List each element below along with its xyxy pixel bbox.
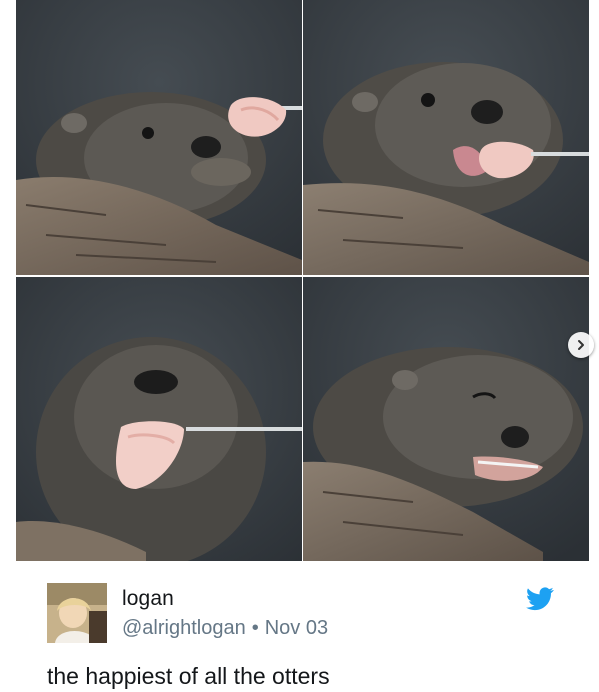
tweet-text: the happiest of all the otters bbox=[47, 663, 330, 689]
photo-grid bbox=[16, 0, 589, 561]
otter-photo-2 bbox=[303, 0, 589, 275]
tweet-date[interactable]: Nov 03 bbox=[265, 617, 328, 639]
twitter-logo bbox=[526, 587, 554, 611]
chevron-right-icon bbox=[578, 340, 584, 350]
photo-4[interactable] bbox=[303, 277, 589, 561]
photo-2[interactable] bbox=[303, 0, 589, 275]
user-handle[interactable]: @alrightlogan bbox=[122, 617, 246, 639]
next-photo-button[interactable] bbox=[568, 332, 594, 358]
photo-1[interactable] bbox=[16, 0, 302, 275]
otter-photo-3 bbox=[16, 277, 302, 561]
tweet-footer: logan @alrightlogan • Nov 03 the happiest … bbox=[0, 561, 599, 692]
otter-photo-1 bbox=[16, 0, 302, 275]
display-name[interactable]: logan bbox=[122, 587, 174, 611]
photo-3[interactable] bbox=[16, 277, 302, 561]
avatar-image bbox=[47, 583, 107, 643]
twitter-bird-icon[interactable] bbox=[526, 587, 554, 611]
tweet-card: logan @alrightlogan • Nov 03 the happiest … bbox=[0, 0, 599, 692]
tweet-meta: @alrightlogan • Nov 03 bbox=[122, 617, 328, 640]
otter-photo-4 bbox=[303, 277, 589, 561]
meta-separator: • bbox=[251, 617, 259, 639]
avatar[interactable] bbox=[47, 583, 107, 643]
